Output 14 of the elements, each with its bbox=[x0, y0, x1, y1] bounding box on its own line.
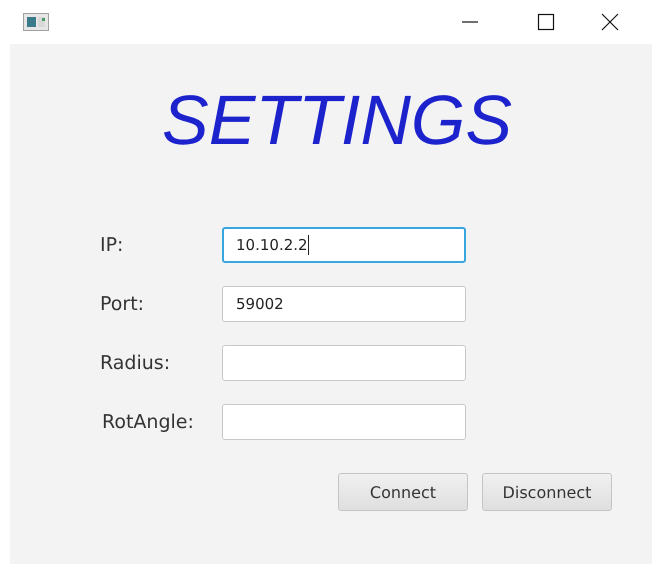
action-button[interactable]: Disconnect bbox=[482, 473, 612, 511]
maximize-icon[interactable] bbox=[536, 13, 556, 31]
input-field[interactable]: 59002 bbox=[222, 286, 466, 322]
app-icon bbox=[23, 13, 49, 31]
field-label: Radius: bbox=[100, 352, 170, 374]
action-button[interactable]: Connect bbox=[338, 473, 468, 511]
field-label: IP: bbox=[100, 234, 124, 256]
close-icon[interactable] bbox=[600, 13, 620, 31]
input-field[interactable] bbox=[222, 404, 466, 440]
input-field[interactable] bbox=[222, 345, 466, 381]
input-field[interactable]: 10.10.2.2 bbox=[222, 227, 466, 263]
field-label: RotAngle: bbox=[102, 411, 194, 433]
field-label: Port: bbox=[100, 293, 144, 315]
settings-heading: SETTINGS bbox=[162, 80, 512, 160]
